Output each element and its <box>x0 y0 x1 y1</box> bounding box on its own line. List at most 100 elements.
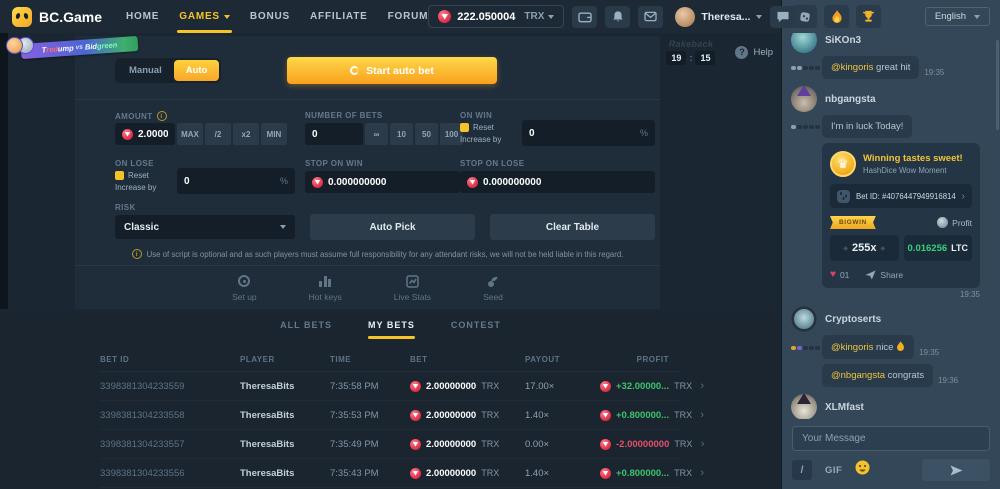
bets-10-button[interactable]: 10 <box>390 123 413 145</box>
time-cell: 7:35:58 PM <box>330 381 410 392</box>
nav-games[interactable]: GAMES <box>179 11 230 22</box>
crash-shortcut-button[interactable] <box>824 5 849 28</box>
on-win-increase-label[interactable]: Increase by <box>460 135 501 144</box>
nav-bonus[interactable]: BONUS <box>250 11 290 22</box>
seed-link[interactable]: Seed <box>483 274 503 302</box>
on-lose-reset-checkbox[interactable] <box>115 171 124 180</box>
table-row[interactable]: 3398381304233557 TheresaBits 7:35:49 PM … <box>100 430 681 459</box>
message-time: 19:36 <box>938 376 958 387</box>
player-cell: TheresaBits <box>240 468 330 479</box>
divider <box>75 265 660 266</box>
mention[interactable]: @kingoris <box>831 62 873 73</box>
stop-on-lose-input[interactable] <box>483 177 648 188</box>
messages-button[interactable] <box>638 6 663 28</box>
live-stats-link[interactable]: Live Stats <box>394 274 431 302</box>
bell-icon <box>612 10 624 23</box>
balance-selector[interactable]: 222.050004 TRX <box>428 5 564 28</box>
chat-username[interactable]: SiKOn3 <box>825 35 861 46</box>
on-lose-options: Reset Increase by <box>115 171 171 192</box>
info-icon[interactable]: i <box>157 111 167 121</box>
rakeback-timer[interactable]: Rakeback 19 : 15 <box>666 39 715 65</box>
gif-button[interactable]: GIF <box>825 465 842 476</box>
hotkeys-link[interactable]: Hot keys <box>309 274 342 302</box>
clear-table-button[interactable]: Clear Table <box>490 214 655 240</box>
on-lose-percent-input[interactable] <box>184 176 280 187</box>
send-message-button[interactable] <box>922 459 990 481</box>
on-win-reset-checkbox[interactable] <box>460 123 469 132</box>
chat-messages[interactable]: SiKOn3 @kingoris great hit 19:35 nbgangs… <box>782 33 1000 419</box>
promo-banner[interactable]: TredumpvsBidgreen <box>6 35 140 61</box>
risk-value: Classic <box>124 222 159 233</box>
on-lose-increase-label[interactable]: Increase by <box>115 183 156 192</box>
table-row[interactable]: 3398381304233556 TheresaBits 7:35:43 PM … <box>100 459 681 488</box>
amount-min-button[interactable]: MIN <box>261 123 287 145</box>
chat-language-select[interactable]: English <box>925 7 990 26</box>
tab-my-bets[interactable]: MY BETS <box>368 320 415 339</box>
rakeback-seconds: 15 <box>695 51 715 65</box>
tab-all-bets[interactable]: ALL BETS <box>280 320 332 339</box>
games-shortcut-button[interactable] <box>792 5 817 28</box>
number-of-bets-input[interactable] <box>312 129 356 140</box>
like-button[interactable]: ♥01 <box>830 269 849 280</box>
mention[interactable]: @nbgangsta <box>831 370 885 381</box>
mention[interactable]: @kingoris <box>831 342 873 353</box>
robot-avatar[interactable] <box>791 33 817 53</box>
wallet-button[interactable] <box>572 6 597 28</box>
heart-icon: ♥ <box>830 269 836 280</box>
profit-cell: +0.800000...TRX <box>600 410 692 421</box>
bets-infinity-button[interactable]: ∞ <box>365 123 388 145</box>
amount-label: AMOUNTi <box>115 111 167 121</box>
win-share-card[interactable]: ♛ Winning tastes sweet! HashDice Wow Mom… <box>822 143 980 288</box>
amount-half-button[interactable]: /2 <box>205 123 231 145</box>
manual-mode-button[interactable]: Manual <box>117 60 174 81</box>
chat-username[interactable]: nbgangsta <box>825 94 876 105</box>
amount-input[interactable] <box>138 129 168 140</box>
setup-link[interactable]: Set up <box>232 274 257 302</box>
start-auto-bet-button[interactable]: Start auto bet <box>287 57 497 84</box>
on-win-percent-input[interactable] <box>529 128 640 139</box>
table-row[interactable]: 3398381304233559 TheresaBits 7:35:58 PM … <box>100 372 681 401</box>
bc-game-logo[interactable]: BC.Game <box>12 7 102 27</box>
stop-on-win-input[interactable] <box>328 177 453 188</box>
table-row[interactable]: 3398381304233558 TheresaBits 7:35:53 PM … <box>100 401 681 430</box>
risk-select[interactable]: Classic <box>115 215 295 239</box>
nav-affiliate[interactable]: AFFILIATE <box>310 11 368 22</box>
topbar-right: 222.050004 TRX Theresa... <box>428 5 795 28</box>
bet-id-link[interactable]: Bet ID: #4076447949916814 › <box>830 184 972 208</box>
profit-amount-box: 0.016256LTC <box>904 235 973 261</box>
level-badges <box>791 346 817 360</box>
slash-commands-button[interactable]: / <box>792 460 812 480</box>
bets-50-button[interactable]: 50 <box>415 123 438 145</box>
help-button[interactable]: ? Help <box>735 46 773 59</box>
seed-icon <box>486 275 499 288</box>
stop-on-win-label: STOP ON WIN <box>305 159 363 168</box>
on-win-control: Reset Increase by % <box>460 120 655 146</box>
user-menu[interactable]: Theresa... <box>675 7 762 27</box>
dice-icon <box>837 190 850 203</box>
level-badges <box>791 66 817 80</box>
nav-forum[interactable]: FORUM <box>388 11 429 22</box>
amount-max-button[interactable]: MAX <box>177 123 203 145</box>
chat-message-input[interactable] <box>792 426 990 451</box>
auto-pick-button[interactable]: Auto Pick <box>310 214 475 240</box>
amount-double-button[interactable]: x2 <box>233 123 259 145</box>
percent-suffix: % <box>280 176 288 186</box>
auto-mode-button[interactable]: Auto <box>174 60 220 81</box>
chat-toggle-button[interactable] <box>770 6 795 28</box>
nav-home[interactable]: HOME <box>126 11 159 22</box>
chat-username[interactable]: Cryptoserts <box>825 314 881 325</box>
chat-bubble: I'm in luck Today! <box>822 115 912 138</box>
tab-contest[interactable]: CONTEST <box>451 320 501 339</box>
emoji-button[interactable] <box>855 460 870 480</box>
left-edge-strip <box>0 33 8 309</box>
notifications-button[interactable] <box>605 6 630 28</box>
witch-avatar[interactable] <box>791 394 817 419</box>
table-header: BET ID PLAYER TIME BET PAYOUT PROFIT <box>100 348 681 372</box>
chat-username[interactable]: XLMfast <box>825 402 864 413</box>
contest-shortcut-button[interactable] <box>856 5 881 28</box>
wizard-avatar[interactable] <box>791 86 817 112</box>
share-button[interactable]: Share <box>865 270 903 280</box>
skull-avatar[interactable] <box>791 306 817 332</box>
hotkeys-icon <box>319 275 331 287</box>
banner-vs: vs <box>73 44 85 52</box>
